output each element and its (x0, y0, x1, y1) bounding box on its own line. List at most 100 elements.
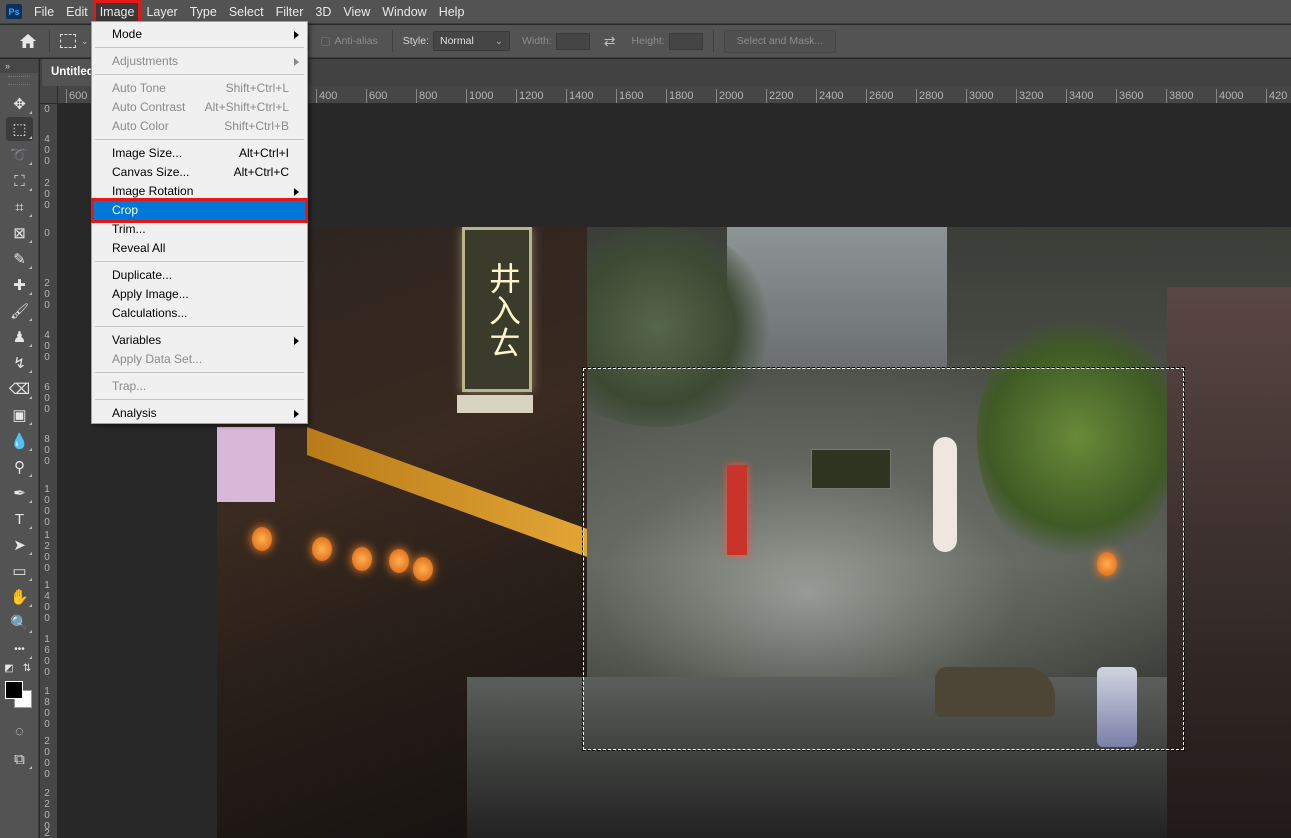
menu-item-image-size[interactable]: Image Size... Alt+Ctrl+I (94, 144, 305, 163)
style-select[interactable]: Normal ⌄ (433, 31, 510, 51)
collapse-toolbar-button[interactable]: » (0, 59, 38, 73)
image-lantern (312, 537, 332, 561)
chevron-down-icon: ⌄ (81, 35, 89, 46)
menu-item-apply-image[interactable]: Apply Image... (94, 285, 305, 304)
menu-item-variables[interactable]: Variables (94, 331, 305, 350)
pen-tool[interactable]: ✒ (6, 481, 33, 505)
ruler-tick-label: 1000 (44, 484, 50, 528)
menu-item-mode[interactable]: Mode (94, 25, 305, 44)
brush-tool[interactable]: 🖌 (6, 299, 33, 323)
menu-file[interactable]: File (28, 1, 60, 23)
ruler-tick-label: 1200 (516, 89, 543, 103)
ruler-tick-label: 2000 (716, 89, 743, 103)
dodge-tool[interactable]: ⚲ (6, 455, 33, 479)
menu-item-auto-tone[interactable]: Auto Tone Shift+Ctrl+L (94, 79, 305, 98)
menu-help[interactable]: Help (433, 1, 471, 23)
gradient-tool[interactable]: ▣ (6, 403, 33, 427)
lasso-icon: ➰ (10, 147, 29, 164)
ruler-tick-label: 600 (44, 382, 50, 415)
path-selection-tool[interactable]: ➤ (6, 533, 33, 557)
eraser-tool[interactable]: ⌫ (6, 377, 33, 401)
screen-mode-button[interactable]: ⧉ (6, 747, 33, 771)
tools-panel: » ✥ ⬚ ➰ ⛶ ⌗ ⊠ ✎ ✚ 🖌 ♟ ↯ ⌫ ▣ 💧 ⚲ ✒ T ➤ ▭ ✋ 🔍 ••• ◩ ⇅ ◌ ⧉ (0, 59, 39, 838)
toolbar-drag-handle[interactable] (8, 76, 30, 85)
menu-separator (95, 74, 304, 75)
hand-tool[interactable]: ✋ (6, 585, 33, 609)
style-select-value: Normal (440, 35, 474, 47)
blur-tool[interactable]: 💧 (6, 429, 33, 453)
frame-tool[interactable]: ⊠ (6, 221, 33, 245)
ruler-tick-label: 3000 (966, 89, 993, 103)
select-and-mask-button[interactable]: Select and Mask... (723, 29, 837, 53)
ruler-tick-label: 2000 (44, 736, 50, 780)
ruler-tick-label: 600 (366, 89, 387, 103)
menu-item-image-rotation[interactable]: Image Rotation (94, 182, 305, 201)
submenu-arrow-icon (294, 31, 299, 39)
menu-type[interactable]: Type (184, 1, 223, 23)
menu-edit[interactable]: Edit (60, 1, 94, 23)
submenu-arrow-icon (294, 58, 299, 66)
default-colors-icon[interactable]: ◩ (2, 661, 16, 675)
foreground-color-swatch[interactable] (5, 681, 23, 699)
rectangular-marquee-tool[interactable]: ⬚ (6, 117, 33, 141)
menu-item-analysis[interactable]: Analysis (94, 404, 305, 423)
menu-separator (95, 326, 304, 327)
type-icon: T (14, 510, 25, 528)
dodge-icon: ⚲ (14, 459, 25, 476)
menu-item-auto-color[interactable]: Auto Color Shift+Ctrl+B (94, 117, 305, 136)
menu-item-adjustments[interactable]: Adjustments (94, 52, 305, 71)
home-button[interactable] (17, 31, 39, 51)
height-input[interactable] (668, 32, 703, 50)
anti-alias-checkbox[interactable] (320, 36, 330, 46)
menu-image[interactable]: Image (92, 0, 142, 24)
menu-item-apply-data-set[interactable]: Apply Data Set... (94, 350, 305, 369)
menu-3d[interactable]: 3D (309, 1, 337, 23)
eyedropper-tool[interactable]: ✎ (6, 247, 33, 271)
marquee-selection[interactable] (582, 367, 1185, 751)
menu-layer[interactable]: Layer (140, 1, 183, 23)
tool-preset-picker[interactable]: ⌄ (60, 34, 89, 48)
menu-item-trim[interactable]: Trim... (94, 220, 305, 239)
zoom-tool[interactable]: 🔍 (6, 611, 33, 635)
menu-select[interactable]: Select (223, 1, 270, 23)
edit-toolbar[interactable]: ••• (6, 637, 33, 661)
menu-item-trap[interactable]: Trap... (94, 377, 305, 396)
history-brush-tool[interactable]: ↯ (6, 351, 33, 375)
lasso-tool[interactable]: ➰ (6, 143, 33, 167)
menu-filter[interactable]: Filter (270, 1, 310, 23)
menu-item-label: Trap... (112, 379, 147, 393)
eraser-icon: ⌫ (8, 381, 31, 398)
type-tool[interactable]: T (6, 507, 33, 531)
move-tool[interactable]: ✥ (6, 92, 33, 116)
image-neon-sign: 井入ㄊ (462, 227, 532, 392)
width-input[interactable] (555, 32, 590, 50)
editbar-icon: ••• (14, 643, 25, 655)
menu-item-auto-contrast[interactable]: Auto Contrast Alt+Shift+Ctrl+L (94, 98, 305, 117)
chevron-down-icon: ⌄ (494, 35, 503, 47)
zoom-icon: 🔍 (10, 615, 29, 632)
image-menu-dropdown: Mode Adjustments Auto Tone Shift+Ctrl+L Auto… (91, 21, 308, 424)
menu-item-reveal-all[interactable]: Reveal All (94, 239, 305, 258)
submenu-arrow-icon (294, 337, 299, 345)
menu-item-label: Trim... (112, 222, 146, 236)
menu-item-canvas-size[interactable]: Canvas Size... Alt+Ctrl+C (94, 163, 305, 182)
move-icon: ✥ (13, 96, 26, 113)
ruler-origin[interactable] (40, 86, 58, 104)
ruler-tick-label: 2600 (866, 89, 893, 103)
menu-window[interactable]: Window (376, 1, 432, 23)
quick-mask-mode-button[interactable]: ◌ (6, 719, 33, 743)
menu-item-calculations[interactable]: Calculations... (94, 304, 305, 323)
menu-item-crop[interactable]: Crop (91, 198, 308, 223)
crop-tool[interactable]: ⌗ (6, 195, 33, 219)
image-lantern (252, 527, 272, 551)
healing-brush-tool[interactable]: ✚ (6, 273, 33, 297)
menu-item-duplicate[interactable]: Duplicate... (94, 266, 305, 285)
swap-dimensions-icon[interactable]: ⇄ (604, 33, 616, 50)
clone-stamp-tool[interactable]: ♟ (6, 325, 33, 349)
object-selection-tool[interactable]: ⛶ (6, 169, 33, 193)
rectangle-tool[interactable]: ▭ (6, 559, 33, 583)
vertical-ruler[interactable]: 0 400 200 0 200 400 600 800 1000 1200 1400 1600 1800… (40, 104, 58, 838)
swap-colors-icon[interactable]: ⇅ (20, 661, 34, 675)
menu-view[interactable]: View (337, 1, 376, 23)
ruler-tick-label: 1000 (466, 89, 493, 103)
